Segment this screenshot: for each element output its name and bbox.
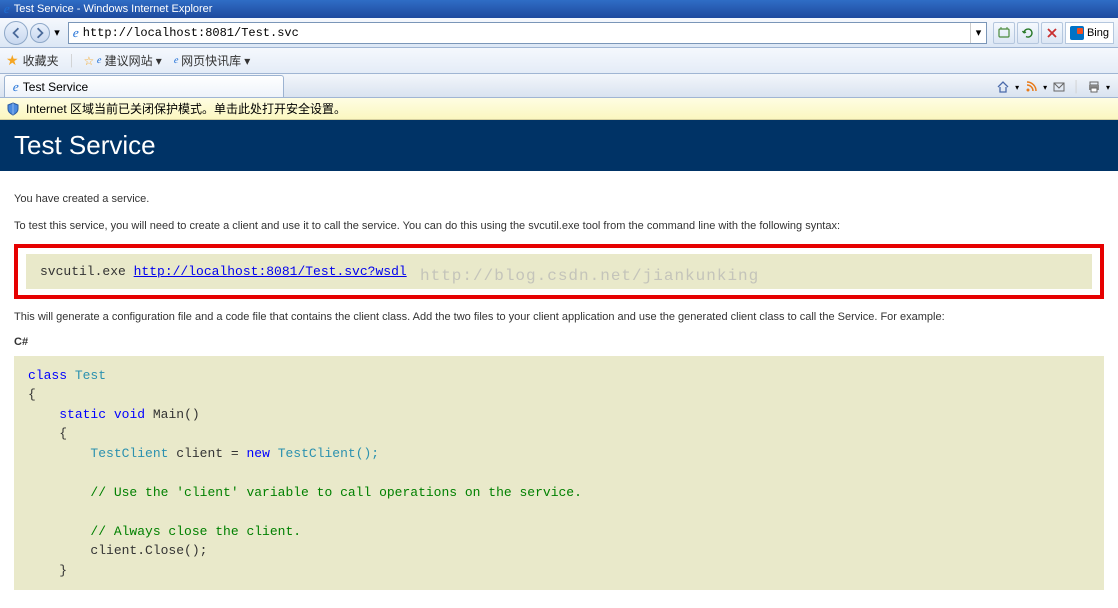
mail-button[interactable] [1049,77,1069,97]
bing-icon [1070,26,1084,40]
after-command-text: This will generate a configuration file … [14,309,1104,326]
tab-title: Test Service [23,80,275,94]
search-box[interactable]: Bing [1065,22,1114,44]
url-dropdown[interactable]: ▾ [970,23,986,43]
window-title-text: Test Service - Windows Internet Explorer [14,3,213,15]
favorites-item-webslice[interactable]: e 网页快讯库 ▾ [170,50,255,71]
back-button[interactable] [4,21,28,45]
information-bar[interactable]: Internet 区域当前已关闭保护模式。单击此处打开安全设置。 [0,98,1118,120]
shield-icon [6,102,20,116]
page-header: Test Service [0,120,1118,171]
stop-button[interactable] [1041,22,1063,44]
ie-icon: e [12,79,19,95]
test-instructions: To test this service, you will need to c… [14,218,1104,235]
fav-item-label: 建议网站 [105,52,153,69]
info-bar-text: Internet 区域当前已关闭保护模式。单击此处打开安全设置。 [26,100,346,117]
csharp-code-example: class Test { static void Main() { TestCl… [14,356,1104,591]
chevron-down-icon: ▾ [156,54,162,68]
navigation-toolbar: ▾ e ▾ Bing [0,18,1118,48]
forward-button[interactable] [30,23,50,43]
svcutil-command: svcutil.exe http://localhost:8081/Test.s… [26,254,1092,289]
chevron-down-icon[interactable]: ▾ [1106,83,1110,92]
wsdl-link[interactable]: http://localhost:8081/Test.svc?wsdl [134,264,407,279]
favorites-bar: ★ 收藏夹 │ ☆ e 建议网站 ▾ e 网页快讯库 ▾ [0,48,1118,74]
feeds-button[interactable] [1021,77,1041,97]
highlighted-command-box: svcutil.exe http://localhost:8081/Test.s… [14,244,1104,299]
fav-item-label: 网页快讯库 [181,52,241,69]
address-bar[interactable]: e ▾ [68,22,987,44]
chevron-down-icon[interactable]: ▾ [1043,83,1047,92]
home-button[interactable] [993,77,1013,97]
command-bar: ▾ ▾ │ ▾ [989,77,1114,97]
compat-view-button[interactable] [993,22,1015,44]
chevron-down-icon: ▾ [244,54,250,68]
page-title: Test Service [14,130,1104,161]
language-label: C# [14,336,1104,348]
intro-text: You have created a service. [14,191,1104,208]
tab-test-service[interactable]: e Test Service [4,75,284,97]
favorites-item-suggested[interactable]: ☆ e 建议网站 ▾ [79,50,165,71]
svcutil-cmd-text: svcutil.exe [40,264,134,279]
chevron-down-icon[interactable]: ▾ [1015,83,1019,92]
nav-history-dropdown[interactable]: ▾ [52,26,62,39]
page-content: You have created a service. To test this… [0,171,1118,608]
favorites-label[interactable]: 收藏夹 [23,52,59,69]
star-mini-icon: ☆ [83,54,94,68]
tab-strip: e Test Service ▾ ▾ │ ▾ [0,74,1118,98]
search-engine-label: Bing [1087,27,1109,39]
refresh-button[interactable] [1017,22,1039,44]
print-button[interactable] [1084,77,1104,97]
window-title-bar: e Test Service - Windows Internet Explor… [0,0,1118,18]
page-icon: e [73,25,79,41]
url-input[interactable] [83,24,970,42]
favorites-star-icon[interactable]: ★ [6,52,19,69]
ie-icon: e [4,1,10,17]
